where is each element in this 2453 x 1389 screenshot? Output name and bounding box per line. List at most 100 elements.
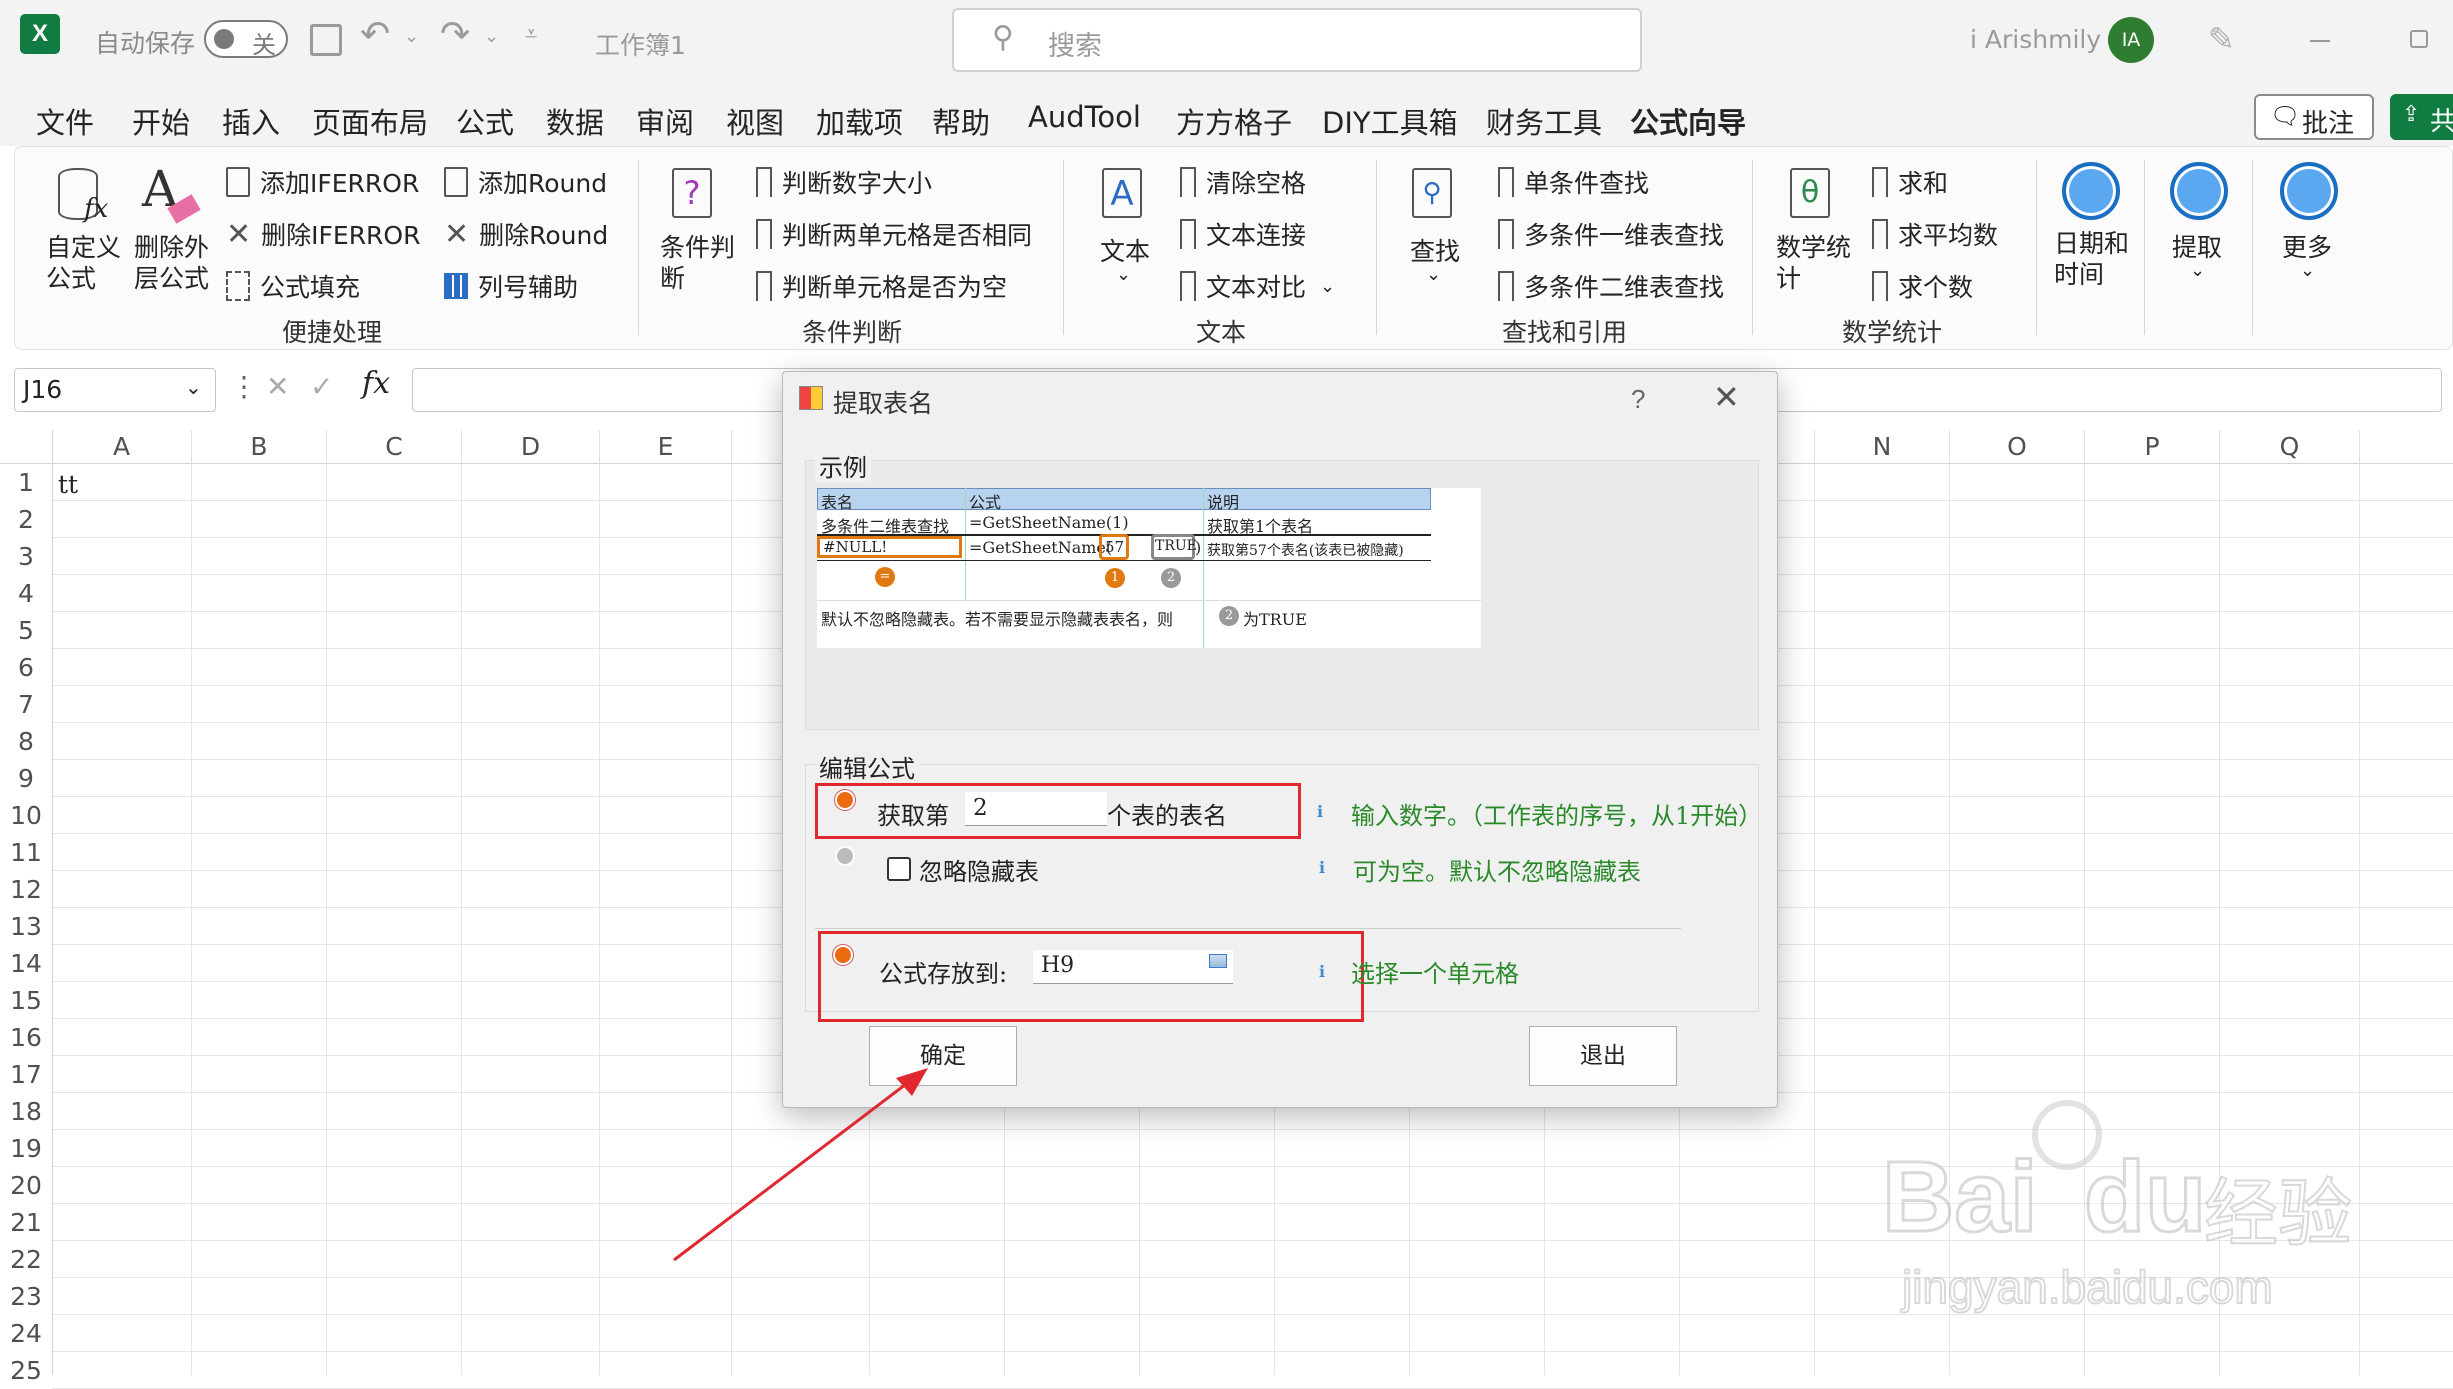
tab-addins[interactable]: 加载项 <box>816 100 903 142</box>
column-header-o[interactable]: O <box>1950 430 2085 464</box>
text-item-1[interactable]: 清除空格 <box>1180 164 1306 200</box>
undo-dropdown-icon[interactable]: ⌄ <box>404 26 419 47</box>
row-header[interactable]: 23 <box>0 1278 52 1315</box>
column-header-r[interactable]: R <box>2360 430 2453 464</box>
col-helper-button[interactable]: 列号辅助 <box>444 268 578 304</box>
row-header[interactable]: 11 <box>0 834 52 871</box>
row-header[interactable]: 16 <box>0 1019 52 1056</box>
remove-outer-formula-button[interactable]: A 删除外 层公式 <box>130 160 220 293</box>
fx-icon[interactable]: fx <box>362 366 390 401</box>
cond-item-3[interactable]: 判断单元格是否为空 <box>756 268 1007 304</box>
row-header[interactable]: 24 <box>0 1315 52 1352</box>
column-header-q[interactable]: Q <box>2220 430 2360 464</box>
row-header[interactable]: 9 <box>0 760 52 797</box>
tab-home[interactable]: 开始 <box>132 100 190 142</box>
row-header[interactable]: 21 <box>0 1204 52 1241</box>
column-header-e[interactable]: E <box>600 430 732 464</box>
row-header[interactable]: 14 <box>0 945 52 982</box>
row-header[interactable]: 25 <box>0 1352 52 1389</box>
row-header[interactable]: 22 <box>0 1241 52 1278</box>
del-iferror-button[interactable]: ✕ 删除IFERROR <box>226 216 420 252</box>
share-button[interactable]: ⇪ 共 <box>2390 94 2453 140</box>
cond-item-1[interactable]: 判断数字大小 <box>756 164 932 200</box>
row-header[interactable]: 3 <box>0 538 52 575</box>
cond-item-2[interactable]: 判断两单元格是否相同 <box>756 216 1032 252</box>
tab-formulas[interactable]: 公式 <box>456 100 514 142</box>
restore-icon[interactable] <box>2410 30 2428 48</box>
row-header[interactable]: 6 <box>0 649 52 686</box>
row-header[interactable]: 1 <box>0 464 52 501</box>
row-header[interactable]: 13 <box>0 908 52 945</box>
stat-item-1[interactable]: 求和 <box>1872 164 1948 200</box>
autosave-toggle[interactable]: 关 <box>204 20 288 59</box>
text-item-2[interactable]: 文本连接 <box>1180 216 1306 252</box>
ignore-hidden-checkbox[interactable] <box>887 857 911 881</box>
row-header[interactable]: 8 <box>0 723 52 760</box>
row-header[interactable]: 15 <box>0 982 52 1019</box>
fill-formula-button[interactable]: 公式填充 <box>226 268 360 304</box>
row-header[interactable]: 5 <box>0 612 52 649</box>
comment-button[interactable]: 🗨 批注 <box>2254 94 2374 140</box>
tab-fangfang[interactable]: 方方格子 <box>1176 100 1292 142</box>
column-header-b[interactable]: B <box>192 430 327 464</box>
tab-data[interactable]: 数据 <box>546 100 604 142</box>
tab-view[interactable]: 视图 <box>726 100 784 142</box>
column-header-a[interactable]: A <box>52 430 192 464</box>
condition-button[interactable]: ? 条件判 断 <box>654 160 744 300</box>
find-item-3[interactable]: 多条件二维表查找 <box>1498 268 1724 304</box>
tab-formula-wizard[interactable]: 公式向导 <box>1630 100 1747 152</box>
add-iferror-button[interactable]: 添加IFERROR <box>226 164 419 200</box>
avatar[interactable]: IA <box>2108 17 2154 63</box>
ignore-hidden-label[interactable]: 忽略隐藏表 <box>919 852 1039 887</box>
tab-review[interactable]: 审阅 <box>636 100 694 142</box>
nth-input[interactable]: 2 <box>965 792 1107 826</box>
row-header[interactable]: 19 <box>0 1130 52 1167</box>
stat-item-2[interactable]: 求平均数 <box>1872 216 1998 252</box>
stat-item-3[interactable]: 求个数 <box>1872 268 1973 304</box>
row-header[interactable]: 17 <box>0 1056 52 1093</box>
range-picker-icon[interactable] <box>1209 954 1227 968</box>
column-header-p[interactable]: P <box>2085 430 2220 464</box>
help-button[interactable]: ? <box>1631 384 1645 415</box>
redo-icon[interactable]: ↷ <box>440 14 470 55</box>
row-header[interactable]: 18 <box>0 1093 52 1130</box>
more-button[interactable]: 更多 ⌄ <box>2272 160 2348 300</box>
minimize-icon[interactable] <box>2310 40 2330 42</box>
find-item-1[interactable]: 单条件查找 <box>1498 164 1649 200</box>
tab-finance[interactable]: 财务工具 <box>1486 100 1602 142</box>
row-header[interactable]: 4 <box>0 575 52 612</box>
text-button[interactable]: A 文本 ⌄ <box>1090 160 1160 300</box>
add-round-button[interactable]: 添加Round <box>444 164 607 200</box>
cancel-icon[interactable]: ✕ <box>266 370 289 403</box>
tab-insert[interactable]: 插入 <box>222 100 280 142</box>
redo-dropdown-icon[interactable]: ⌄ <box>484 26 499 47</box>
date-time-button[interactable]: 日期和 时间 <box>2052 160 2138 300</box>
store-input[interactable]: H9 <box>1033 950 1233 984</box>
exit-button[interactable]: 退出 <box>1529 1026 1677 1086</box>
search-box[interactable]: ⚲ 搜索 <box>952 8 1642 72</box>
column-header-d[interactable]: D <box>462 430 600 464</box>
tab-diy[interactable]: DIY工具箱 <box>1322 100 1458 142</box>
find-button[interactable]: ⚲ 查找 ⌄ <box>1400 160 1470 300</box>
row-header[interactable]: 20 <box>0 1167 52 1204</box>
column-header-n[interactable]: N <box>1815 430 1950 464</box>
tab-audtool[interactable]: AudTool <box>1028 100 1141 134</box>
row-header[interactable]: 10 <box>0 797 52 834</box>
row-header[interactable]: 2 <box>0 501 52 538</box>
save-icon[interactable] <box>310 24 342 56</box>
tab-file[interactable]: 文件 <box>36 100 94 142</box>
cell-a1[interactable]: tt <box>58 470 78 499</box>
close-icon[interactable]: ✕ <box>1713 378 1740 416</box>
tab-help[interactable]: 帮助 <box>932 100 990 142</box>
row-header[interactable]: 7 <box>0 686 52 723</box>
confirm-icon[interactable]: ✓ <box>310 370 333 403</box>
pen-icon[interactable]: ✎ <box>2208 20 2235 58</box>
row-header[interactable]: 12 <box>0 871 52 908</box>
extract-button[interactable]: 提取 ⌄ <box>2162 160 2238 300</box>
tab-page-layout[interactable]: 页面布局 <box>312 100 428 142</box>
column-header-c[interactable]: C <box>327 430 462 464</box>
custom-formula-button[interactable]: fx 自定义 公式 <box>40 160 130 293</box>
chevron-down-icon[interactable]: ⌄ <box>185 375 202 399</box>
customize-qat-icon[interactable]: ⩡ <box>525 22 537 47</box>
find-item-2[interactable]: 多条件一维表查找 <box>1498 216 1724 252</box>
